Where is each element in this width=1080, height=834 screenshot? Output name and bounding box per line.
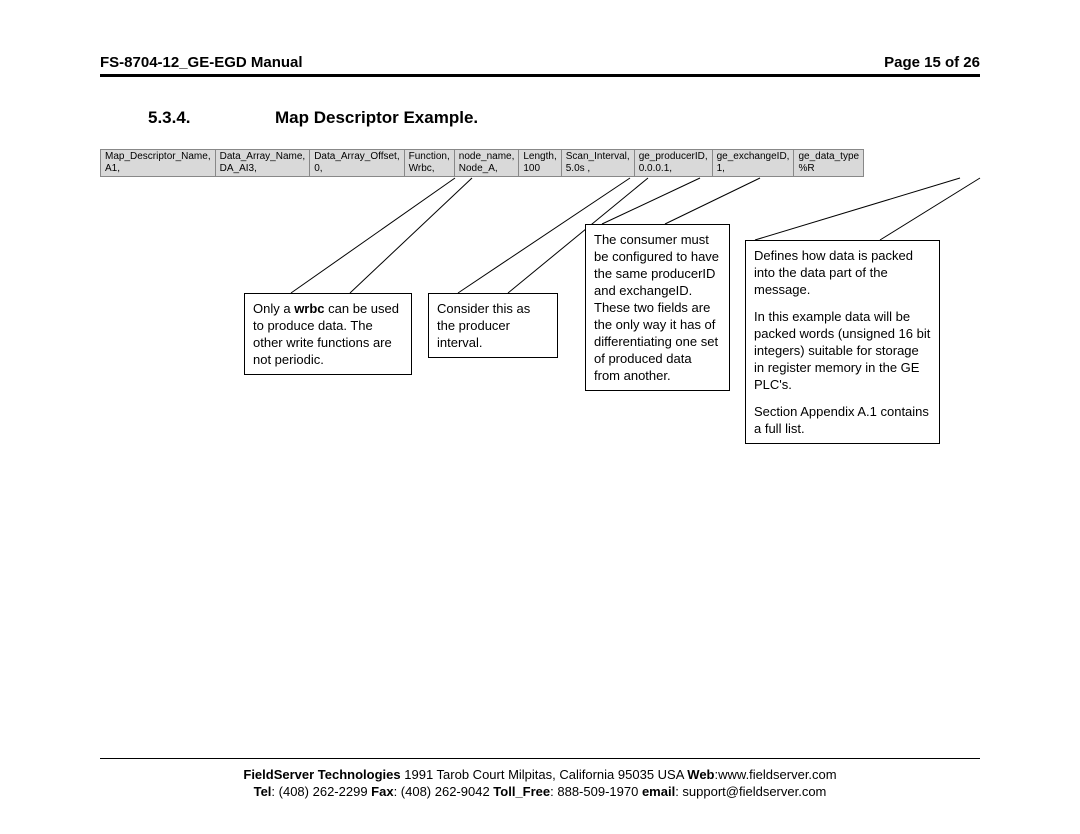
- callout-ids: The consumer must be configured to have …: [585, 224, 730, 391]
- table-cell: Function,Wrbc,: [404, 150, 454, 177]
- table-cell: ge_exchangeID,1,: [712, 150, 794, 177]
- descriptor-table: Map_Descriptor_Name,A1, Data_Array_Name,…: [100, 149, 864, 177]
- table-cell: Map_Descriptor_Name,A1,: [101, 150, 216, 177]
- table-cell: Length,100: [519, 150, 561, 177]
- section-title: Map Descriptor Example.: [275, 108, 478, 128]
- page-footer: FieldServer Technologies 1991 Tarob Cour…: [100, 766, 980, 800]
- header-left: FS-8704-12_GE-EGD Manual: [100, 54, 303, 71]
- header-rule: [100, 74, 980, 77]
- header-right: Page 15 of 26: [884, 54, 980, 71]
- footer-rule: [100, 758, 980, 759]
- table-cell: ge_producerID,0.0.0.1,: [634, 150, 712, 177]
- section-number: 5.3.4.: [148, 108, 191, 128]
- callout-producer-interval: Consider this as the producer interval.: [428, 293, 558, 358]
- page-header: FS-8704-12_GE-EGD Manual Page 15 of 26: [100, 54, 980, 71]
- page: FS-8704-12_GE-EGD Manual Page 15 of 26 5…: [0, 0, 1080, 834]
- table-cell: Data_Array_Name,DA_AI3,: [215, 150, 310, 177]
- table-cell: ge_data_type%R: [794, 150, 864, 177]
- table-cell: Data_Array_Offset,0,: [310, 150, 404, 177]
- table-cell: Scan_Interval,5.0s ,: [561, 150, 634, 177]
- table-row: Map_Descriptor_Name,A1, Data_Array_Name,…: [101, 150, 864, 177]
- table-cell: node_name,Node_A,: [454, 150, 519, 177]
- callout-data-type: Defines how data is packed into the data…: [745, 240, 940, 444]
- callout-wrbc: Only a wrbc can be used to produce data.…: [244, 293, 412, 375]
